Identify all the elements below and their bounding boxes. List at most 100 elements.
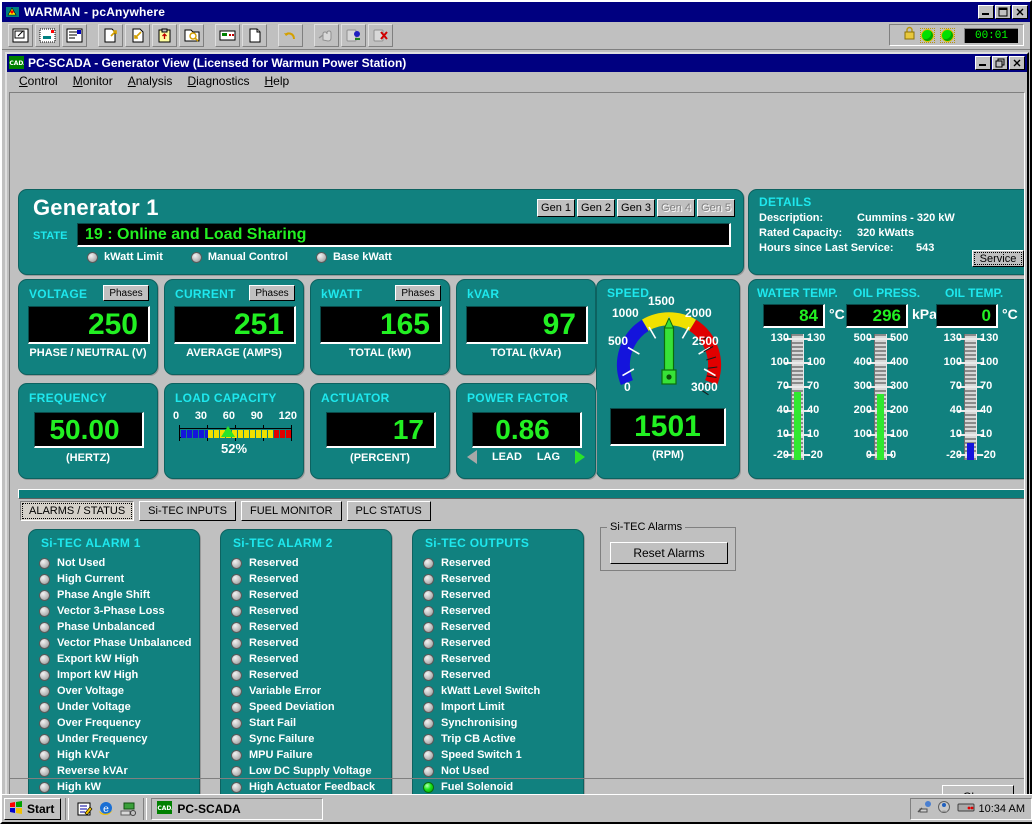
scada-close-button[interactable] xyxy=(1009,56,1025,70)
output-label: Trip CB Active xyxy=(441,733,516,745)
network-status-icon[interactable] xyxy=(957,801,975,817)
indicator-label: Base kWatt xyxy=(332,251,392,263)
tab-fuel-monitor[interactable]: FUEL MONITOR xyxy=(241,501,342,521)
lamp-icon xyxy=(423,653,434,665)
notepad-icon[interactable] xyxy=(73,798,95,820)
oil-temp-scale-70-right: 70 xyxy=(980,380,993,392)
properties-icon[interactable] xyxy=(62,24,87,47)
internet-explorer-icon[interactable]: e xyxy=(95,798,117,820)
list-item: High Current xyxy=(39,571,195,587)
modem-icon[interactable] xyxy=(917,800,933,817)
menu-help[interactable]: Help xyxy=(258,73,298,89)
frequency-value: 50.00 xyxy=(34,412,144,448)
alarm-label: Variable Error xyxy=(249,685,322,697)
start-button[interactable]: Start xyxy=(4,797,62,820)
voltage-phases-button[interactable]: Phases xyxy=(103,285,149,301)
water-temp-title: WATER TEMP. xyxy=(757,286,838,300)
lamp-icon xyxy=(231,669,242,681)
generator-indicators: kWatt Limit Manual Control Base kWatt xyxy=(87,251,392,263)
gen-tab-3[interactable]: Gen 3 xyxy=(617,199,655,217)
clipboard-transfer-icon[interactable] xyxy=(152,24,177,47)
list-item: Under Voltage xyxy=(39,699,195,715)
pcanywhere-titlebar: WARMAN - pcAnywhere xyxy=(2,2,1030,22)
lamp-icon xyxy=(231,573,242,585)
list-item: Import kW High xyxy=(39,667,195,683)
list-item: Fuel Solenoid xyxy=(423,779,579,795)
alarm-label: Reserved xyxy=(249,605,299,617)
generator-selector: Gen 1 Gen 2 Gen 3 Gen 4 Gen 5 xyxy=(537,199,735,217)
restore-window-icon[interactable] xyxy=(8,24,33,47)
output-label: Import Limit xyxy=(441,701,505,713)
kwatt-value: 165 xyxy=(320,306,442,344)
session-icon[interactable] xyxy=(215,24,240,47)
drag-hand-icon[interactable] xyxy=(314,24,339,47)
water-scale-100-right: 100 xyxy=(807,356,826,368)
frequency-unit: (HERTZ) xyxy=(66,452,110,464)
pcanywhere-minimize-button[interactable] xyxy=(978,5,994,19)
hours-label: Hours since Last Service: xyxy=(759,242,894,254)
lag-arrow-icon[interactable] xyxy=(575,450,585,464)
details-panel: DETAILS Description: Cummins - 320 kW Ra… xyxy=(748,189,1024,275)
send-file-icon[interactable] xyxy=(98,24,123,47)
file-manager-icon[interactable] xyxy=(179,24,204,47)
volume-icon[interactable] xyxy=(937,800,953,817)
scada-minimize-button[interactable] xyxy=(975,56,991,70)
taskbar-item-pcscada[interactable]: SCADA PC-SCADA xyxy=(151,797,324,820)
alarm-label: Vector Phase Unbalanced xyxy=(57,637,192,649)
end-session-icon[interactable] xyxy=(368,24,393,47)
tab-sitec-inputs[interactable]: Si-TEC INPUTS xyxy=(139,501,237,521)
alarm-label: High kVAr xyxy=(57,749,110,761)
lead-arrow-icon[interactable] xyxy=(467,450,477,464)
output-label: Fuel Solenoid xyxy=(441,781,514,793)
actuator-title: ACTUATOR xyxy=(321,391,390,405)
sitec-alarm-2-panel: Si-TEC ALARM 2 Reserved Reserved Reserve… xyxy=(220,529,392,813)
tab-alarms-status[interactable]: ALARMS / STATUS xyxy=(20,501,135,521)
oil-temp-scale-130-left: 130 xyxy=(943,332,962,344)
output-label: Reserved xyxy=(441,637,491,649)
alarm-label: High kW xyxy=(57,781,101,793)
kwatt-phases-button[interactable]: Phases xyxy=(395,285,441,301)
menu-monitor[interactable]: Monitor xyxy=(67,73,122,89)
minimize-window-icon[interactable] xyxy=(35,24,60,47)
blank-page-icon[interactable] xyxy=(242,24,267,47)
undo-icon[interactable] xyxy=(278,24,303,47)
pcanywhere-maximize-button[interactable] xyxy=(995,5,1011,19)
network-icon[interactable] xyxy=(117,798,139,820)
menu-analysis[interactable]: Analysis xyxy=(122,73,182,89)
tab-plc-status[interactable]: PLC STATUS xyxy=(346,501,431,521)
list-item: Over Voltage xyxy=(39,683,195,699)
load-scale-30: 30 xyxy=(194,410,208,422)
oil-temp-scale-70-left: 70 xyxy=(949,380,962,392)
speed-tick-500: 500 xyxy=(608,334,629,348)
reset-alarms-button[interactable]: Reset Alarms xyxy=(610,542,728,564)
current-phases-button[interactable]: Phases xyxy=(249,285,295,301)
temperature-panel: WATER TEMP. 84 °C 130 130 100 100 70 70 … xyxy=(748,279,1024,479)
speed-tick-1000: 1000 xyxy=(612,306,639,320)
indicator-kwatt-limit: kWatt Limit xyxy=(87,251,163,263)
lamp-icon xyxy=(423,749,434,761)
gen-tab-2[interactable]: Gen 2 xyxy=(577,199,615,217)
alarm-label: Import kW High xyxy=(57,669,139,681)
service-button[interactable]: Service xyxy=(972,250,1024,267)
gen-tab-1[interactable]: Gen 1 xyxy=(537,199,575,217)
green-led-2 xyxy=(940,27,955,43)
capacity-value: 320 kWatts xyxy=(857,227,915,239)
oil-press-scale-400-right: 400 xyxy=(890,356,909,368)
receive-file-icon[interactable] xyxy=(125,24,150,47)
water-scale-70-left: 70 xyxy=(776,380,789,392)
menu-control[interactable]: Control xyxy=(13,73,67,89)
pcanywhere-close-button[interactable] xyxy=(1012,5,1028,19)
network-sync-icon[interactable] xyxy=(341,24,366,47)
speed-title: SPEED xyxy=(607,286,650,300)
menu-diagnostics[interactable]: Diagnostics xyxy=(181,73,258,89)
oil-press-unit: kPa xyxy=(912,306,937,322)
lamp-icon xyxy=(39,557,50,569)
lamp-icon xyxy=(231,653,242,665)
gen-tab-5: Gen 5 xyxy=(697,199,735,217)
indicator-label: Manual Control xyxy=(207,251,288,263)
list-item: Under Frequency xyxy=(39,731,195,747)
scada-titlebar: SCADA PC-SCADA - Generator View (License… xyxy=(5,54,1027,72)
sitec-alarm-2-title: Si-TEC ALARM 2 xyxy=(233,536,333,550)
system-tray: 10:34 AM xyxy=(909,797,1032,820)
scada-restore-button[interactable] xyxy=(992,56,1008,70)
